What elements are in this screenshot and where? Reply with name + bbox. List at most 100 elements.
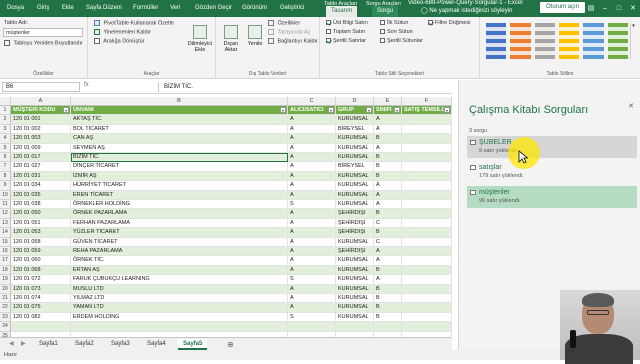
- table-cell[interactable]: A: [288, 190, 336, 200]
- row-header[interactable]: 6: [0, 153, 11, 163]
- table-cell[interactable]: BİREYSEL: [336, 124, 374, 135]
- row-header[interactable]: 23: [0, 312, 11, 323]
- table-cell[interactable]: KURUMSAL: [336, 237, 374, 247]
- tab-insert[interactable]: Ekle: [57, 0, 79, 17]
- table-header-cell[interactable]: SATIŞ TEMSİLC: [402, 106, 452, 116]
- filter-dropdown-icon[interactable]: [394, 107, 400, 113]
- table-cell[interactable]: [402, 115, 452, 125]
- table-cell[interactable]: 120 01 082: [11, 312, 71, 323]
- table-cell[interactable]: A: [288, 294, 336, 304]
- minimize-icon[interactable]: –: [598, 0, 612, 17]
- table-cell[interactable]: A: [288, 181, 336, 191]
- table-cell[interactable]: KURUMSAL: [336, 312, 374, 323]
- table-cell[interactable]: A: [288, 237, 336, 247]
- table-cell[interactable]: BOL TİCARET: [71, 124, 288, 135]
- row-header[interactable]: 13: [0, 218, 11, 229]
- table-cell[interactable]: B: [374, 265, 402, 276]
- scroll-right-icon[interactable]: ▶: [16, 339, 31, 350]
- table-cell[interactable]: KURUMSAL: [336, 265, 374, 276]
- unlink-button[interactable]: Bağlantıyı Kaldır: [268, 38, 318, 44]
- table-cell[interactable]: A: [374, 115, 402, 125]
- table-cell[interactable]: 120 01 072: [11, 275, 71, 285]
- table-cell[interactable]: EREN TİCARET: [71, 190, 288, 200]
- table-cell[interactable]: [336, 322, 374, 332]
- table-cell[interactable]: 120 01 001: [11, 115, 71, 125]
- tab-file[interactable]: Dosya: [2, 0, 29, 17]
- resize-table-button[interactable]: Tabloyu Yeniden Boyutlandır: [4, 40, 83, 46]
- query-item-satislar[interactable]: satışlar 179 satır yüklendi.: [467, 161, 637, 183]
- table-cell[interactable]: A: [288, 153, 336, 163]
- table-cell[interactable]: B: [374, 209, 402, 219]
- table-cell[interactable]: HÜRRİYET TİCARET: [71, 181, 288, 191]
- table-cell[interactable]: ERDEM HOLDİNG: [71, 312, 288, 323]
- select-all-corner[interactable]: [0, 97, 11, 106]
- table-cell[interactable]: [402, 294, 452, 304]
- row-header[interactable]: 14: [0, 228, 11, 238]
- tab-review[interactable]: Gözden Geçir: [190, 0, 237, 17]
- export-button[interactable]: Dışarı Aktar: [220, 25, 242, 53]
- table-cell[interactable]: [71, 322, 288, 332]
- tab-page-layout[interactable]: Sayfa Düzeni: [81, 0, 127, 17]
- table-cell[interactable]: B: [374, 294, 402, 304]
- row-header[interactable]: 8: [0, 171, 11, 182]
- table-cell[interactable]: CAN AŞ: [71, 134, 288, 144]
- table-cell[interactable]: 120 01 068: [11, 265, 71, 276]
- filter-dropdown-icon[interactable]: [444, 107, 450, 113]
- tab-formulas[interactable]: Formüller: [128, 0, 163, 17]
- table-cell[interactable]: 120 01 027: [11, 162, 71, 172]
- table-cell[interactable]: KURUMSAL: [336, 284, 374, 294]
- table-cell[interactable]: A: [288, 265, 336, 276]
- signin-button[interactable]: Oturum açın: [540, 2, 586, 13]
- table-cell[interactable]: AKTAŞ TİC.: [71, 115, 288, 125]
- pivot-summarize-button[interactable]: PivotTable Kullanarak Özetle: [94, 20, 174, 26]
- table-cell[interactable]: S: [288, 312, 336, 323]
- table-cell[interactable]: 120 01 060: [11, 256, 71, 266]
- banded-rows-checkbox[interactable]: Şeritli Satırlar: [326, 38, 366, 44]
- table-cell[interactable]: ÖRNEK TİC.: [71, 256, 288, 266]
- column-header-a[interactable]: A: [11, 97, 71, 106]
- table-cell[interactable]: A: [288, 209, 336, 219]
- row-header[interactable]: 2: [0, 115, 11, 125]
- table-cell[interactable]: A: [288, 171, 336, 182]
- table-cell[interactable]: [402, 124, 452, 135]
- table-cell[interactable]: B: [374, 284, 402, 294]
- table-cell[interactable]: KURUMSAL: [336, 294, 374, 304]
- table-header-cell[interactable]: GRUP: [336, 106, 374, 116]
- table-cell[interactable]: 120 01 053: [11, 228, 71, 238]
- table-cell[interactable]: 120 01 035: [11, 190, 71, 200]
- banded-columns-checkbox[interactable]: Şeritli Sütunlar: [380, 38, 423, 44]
- table-cell[interactable]: A: [288, 115, 336, 125]
- table-cell[interactable]: 120 01 009: [11, 143, 71, 153]
- tab-data[interactable]: Veri: [165, 0, 185, 17]
- table-cell[interactable]: İZMİR AŞ: [71, 171, 288, 182]
- gallery-more-icon[interactable]: ▾: [630, 23, 636, 59]
- table-cell[interactable]: KURUMSAL: [336, 256, 374, 266]
- row-header[interactable]: 20: [0, 284, 11, 294]
- table-cell[interactable]: KURUMSAL: [336, 181, 374, 191]
- table-cell[interactable]: A: [288, 228, 336, 238]
- row-header[interactable]: 17: [0, 256, 11, 266]
- table-cell[interactable]: [402, 134, 452, 144]
- filter-dropdown-icon[interactable]: [280, 107, 286, 113]
- table-cell[interactable]: A: [288, 143, 336, 153]
- table-style-swatch[interactable]: [534, 23, 555, 59]
- filter-button-checkbox[interactable]: Filtre Düğmesi: [428, 20, 470, 26]
- table-cell[interactable]: A: [374, 143, 402, 153]
- row-header[interactable]: 10: [0, 190, 11, 200]
- table-cell[interactable]: [402, 209, 452, 219]
- table-cell[interactable]: [402, 256, 452, 266]
- table-cell[interactable]: S: [288, 200, 336, 210]
- table-cell[interactable]: A: [374, 190, 402, 200]
- maximize-icon[interactable]: □: [612, 0, 626, 17]
- table-cell[interactable]: C: [374, 218, 402, 229]
- table-cell[interactable]: KURUMSAL: [336, 153, 374, 163]
- ribbon-options-icon[interactable]: ▤: [584, 0, 598, 17]
- filter-dropdown-icon[interactable]: [366, 107, 372, 113]
- table-cell[interactable]: 120 01 038: [11, 200, 71, 210]
- sheet-tab-sayfa3[interactable]: Sayfa3: [106, 339, 135, 350]
- table-styles-gallery[interactable]: [486, 23, 628, 59]
- table-cell[interactable]: ÖRNEKLER HOLDİNG: [71, 200, 288, 210]
- last-column-checkbox[interactable]: Son Sütun: [380, 29, 413, 35]
- row-header[interactable]: 18: [0, 265, 11, 276]
- row-header[interactable]: 21: [0, 294, 11, 304]
